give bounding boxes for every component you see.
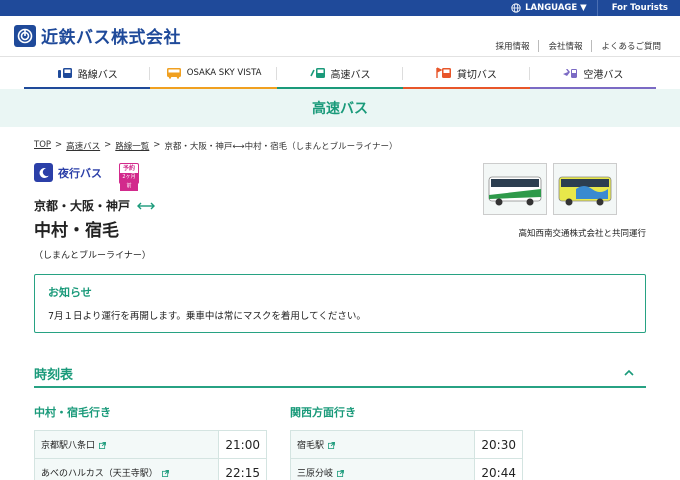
- route-nickname: （しまんとブルーライナー）: [34, 251, 151, 261]
- timetable-title: 時刻表: [34, 368, 74, 383]
- stop-cell[interactable]: 三原分岐: [289, 458, 476, 480]
- chevron-up-icon[interactable]: [622, 366, 636, 380]
- nav-item-airport-bus[interactable]: 空港バス: [529, 57, 657, 89]
- stop-name[interactable]: 宿毛駅: [297, 441, 324, 451]
- faq-link[interactable]: よくあるご質問: [591, 40, 670, 52]
- stop-name[interactable]: あべのハルカス（天王寺駅）: [41, 469, 158, 479]
- utility-links: 採用情報 会社情報 よくあるご質問: [486, 40, 670, 52]
- direction-title-kansai: 関西方面行き: [290, 406, 356, 419]
- breadcrumb-current: 京都・大阪・神戸⟷中村・宿毛（しまんとブルーライナー）: [164, 142, 398, 152]
- direction-title-nakamura: 中村・宿毛行き: [34, 406, 111, 419]
- stop-cell[interactable]: 宿毛駅: [289, 430, 476, 459]
- breadcrumb-separator: >: [104, 140, 112, 150]
- main-nav: 路線バス OSAKA SKY VISTA 高速バス 貸切バス 空港バス: [0, 56, 680, 89]
- notice-body: 7月１日より運行を再開します。乗車中は常にマスクを着用してください。: [48, 311, 366, 322]
- external-link-icon: [328, 442, 335, 449]
- nav-label: 路線バス: [77, 69, 118, 81]
- globe-icon: [511, 3, 521, 13]
- external-link-icon: [99, 442, 106, 449]
- careers-link[interactable]: 採用情報: [486, 40, 538, 52]
- reservation-badge-top: 予約: [122, 165, 135, 172]
- nav-label: OSAKA SKY VISTA: [186, 68, 262, 78]
- site-logo[interactable]: 近鉄バス株式会社: [14, 23, 181, 48]
- nav-item-route-bus[interactable]: 路線バス: [24, 57, 151, 89]
- logo-text: 近鉄バス株式会社: [41, 28, 181, 48]
- nav-label: 貸切バス: [456, 69, 497, 81]
- bus-photo-2[interactable]: [553, 163, 617, 215]
- table-row: 宿毛駅 20:30: [289, 430, 523, 459]
- section-banner: 高速バス: [0, 89, 680, 127]
- table-row: あべのハルカス（天王寺駅） 22:15: [33, 458, 267, 480]
- route-destination: 中村・宿毛: [34, 221, 119, 241]
- kintetsu-logo-icon: [14, 24, 36, 47]
- airport-bus-icon: [563, 69, 578, 78]
- language-label: LANGUAGE ▼: [525, 3, 587, 13]
- time-cell: 20:30: [474, 430, 523, 459]
- stop-cell[interactable]: あべのハルカス（天王寺駅）: [33, 458, 220, 480]
- breadcrumb-route-list-link[interactable]: 路線一覧: [115, 140, 149, 152]
- reservation-badge-bottom: 2ヶ月前: [120, 173, 138, 191]
- timetable-kansai: 宿毛駅 20:30 三原分岐 20:44: [289, 430, 523, 480]
- stop-name[interactable]: 京都駅八条口: [41, 441, 95, 451]
- for-tourists-link[interactable]: For Tourists: [598, 3, 680, 13]
- table-row: 京都駅八条口 21:00: [33, 430, 267, 459]
- company-info-link[interactable]: 会社情報: [538, 40, 591, 52]
- nav-label: 空港バス: [583, 69, 624, 81]
- night-bus-tag: 夜行バス: [34, 163, 102, 182]
- notice-title: お知らせ: [48, 286, 92, 299]
- bidirectional-arrow-icon: [137, 202, 156, 209]
- nav-item-charter-bus[interactable]: 貸切バス: [403, 57, 530, 89]
- time-cell: 21:00: [218, 430, 267, 459]
- time-cell: 22:15: [218, 458, 267, 480]
- route-origin: 京都・大阪・神戸: [34, 197, 156, 214]
- table-row: 三原分岐 20:44: [289, 458, 523, 480]
- bus-photos: [483, 163, 617, 215]
- charter-bus-icon: [436, 67, 451, 78]
- bus-photo-1[interactable]: [483, 163, 547, 215]
- breadcrumb-separator: >: [55, 140, 63, 150]
- breadcrumb-top-link[interactable]: TOP: [34, 140, 51, 152]
- breadcrumb-highway-link[interactable]: 高速バス: [66, 140, 100, 152]
- stop-name[interactable]: 三原分岐: [297, 469, 333, 479]
- reservation-badge: 予約 2ヶ月前: [119, 163, 139, 191]
- section-title: 高速バス: [312, 101, 368, 117]
- top-bar: LANGUAGE ▼ For Tourists: [0, 0, 680, 16]
- joint-operation-note: 高知西南交通株式会社と共同運行: [518, 229, 646, 239]
- timetable-header[interactable]: 時刻表: [34, 364, 646, 388]
- notice-box: お知らせ 7月１日より運行を再開します。乗車中は常にマスクを着用してください。: [34, 274, 646, 333]
- nav-item-osaka-sky-vista[interactable]: OSAKA SKY VISTA: [150, 57, 277, 89]
- external-link-icon: [161, 470, 169, 477]
- nav-item-highway-bus[interactable]: 高速バス: [276, 57, 404, 89]
- stop-cell[interactable]: 京都駅八条口: [33, 430, 220, 459]
- language-selector[interactable]: LANGUAGE ▼: [501, 0, 598, 16]
- timetable-nakamura: 京都駅八条口 21:00 あべのハルカス（天王寺駅） 22:15: [33, 430, 267, 480]
- sky-vista-bus-icon: [166, 68, 181, 79]
- route-bus-icon: [57, 68, 72, 78]
- breadcrumb: TOP > 高速バス > 路線一覧 > 京都・大阪・神戸⟷中村・宿毛（しまんとブ…: [34, 140, 397, 152]
- time-cell: 20:44: [474, 458, 523, 480]
- night-bus-label: 夜行バス: [58, 166, 102, 180]
- route-origin-text: 京都・大阪・神戸: [34, 199, 131, 213]
- breadcrumb-separator: >: [153, 140, 161, 150]
- moon-icon: [34, 163, 53, 182]
- external-link-icon: [337, 470, 344, 477]
- nav-label: 高速バス: [330, 69, 371, 81]
- site-header: 近鉄バス株式会社 採用情報 会社情報 よくあるご質問: [0, 16, 680, 56]
- highway-bus-icon: [309, 68, 325, 78]
